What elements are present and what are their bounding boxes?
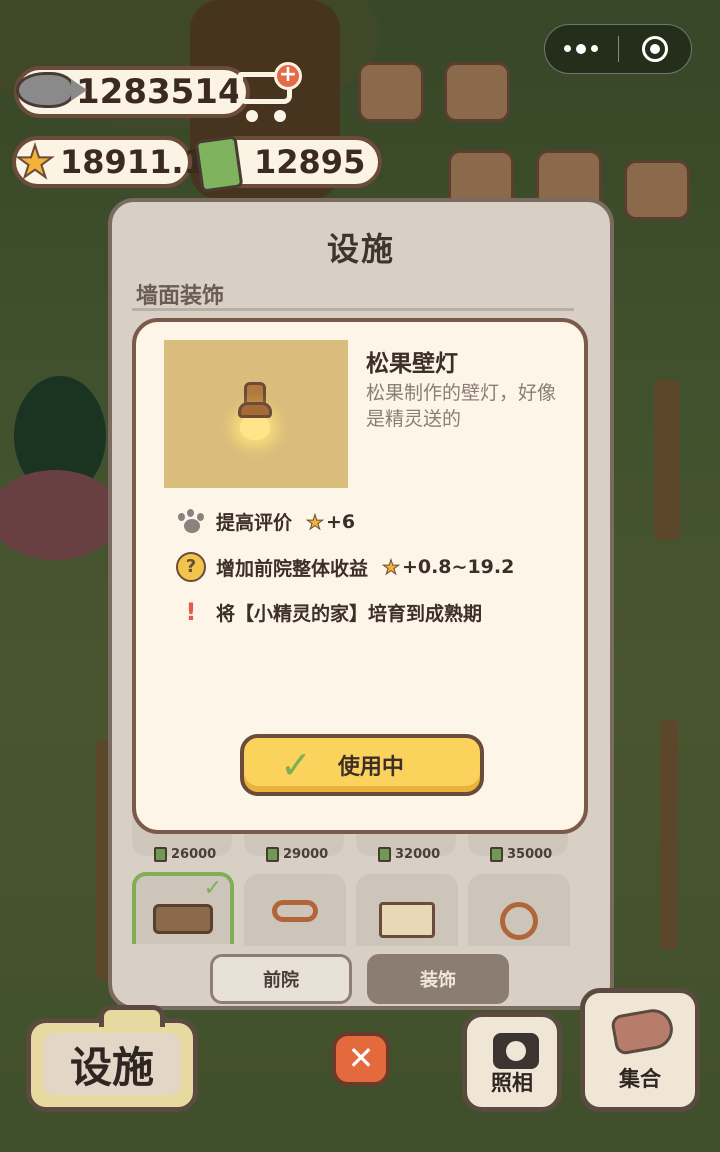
cash-icon	[378, 846, 391, 862]
facility-label: 设施	[43, 1033, 181, 1095]
grid-item-key[interactable]	[244, 874, 346, 946]
price-value: 35000	[507, 846, 553, 862]
cash-icon	[490, 846, 503, 862]
gather-label: 集合	[619, 1067, 661, 1091]
map-icon	[379, 902, 435, 938]
photo-button[interactable]: 照相	[462, 1012, 562, 1112]
owned-check-icon: ✓	[203, 876, 222, 901]
fish-icon	[16, 72, 87, 108]
planter-icon	[153, 904, 213, 934]
close-miniprogram-icon[interactable]	[619, 36, 692, 62]
item-preview	[164, 340, 348, 488]
more-menu-icon[interactable]	[545, 43, 618, 54]
grid-item-map[interactable]	[356, 874, 458, 946]
effect-label: 将【小精灵的家】培育到成熟期	[216, 602, 483, 625]
ranking-button[interactable]	[624, 160, 690, 220]
item-price: 35000	[490, 842, 552, 866]
cart-plus-icon[interactable]: +	[234, 62, 304, 126]
effect-value: +0.8~19.2	[401, 556, 515, 578]
whistle-icon	[609, 1006, 677, 1056]
star-icon: ★	[14, 137, 55, 188]
divider	[132, 308, 574, 311]
grid-item-planter[interactable]: ✓	[132, 872, 234, 944]
tab-label: 装饰	[420, 970, 456, 991]
item-price: 32000	[378, 842, 440, 866]
key-icon	[272, 900, 318, 922]
clipboard-clip	[99, 1005, 165, 1027]
star-count: 18911.1	[60, 143, 206, 181]
photo-label: 照相	[491, 1071, 533, 1095]
tab-decoration[interactable]: 装饰	[367, 954, 509, 1004]
exclamation-icon: !	[185, 598, 197, 626]
cash-icon	[266, 846, 279, 862]
item-detail-popup: 松果壁灯 松果制作的壁灯，好像是精灵送的 提高评价 ★ +6 ? 增加前院整体收…	[132, 318, 588, 834]
miniprogram-capsule	[544, 24, 692, 74]
effect-requirement: ! 将【小精灵的家】培育到成熟期	[176, 598, 483, 626]
camera-icon	[493, 1033, 539, 1069]
price-value: 26000	[171, 846, 217, 862]
paw-icon	[176, 508, 206, 535]
cash-icon	[154, 846, 167, 862]
tab-label: 前院	[263, 970, 299, 991]
effect-label: 增加前院整体收益	[216, 557, 369, 580]
effect-value: +6	[325, 510, 356, 533]
panel-title: 设施	[326, 230, 395, 268]
tab-front-yard[interactable]: 前院	[210, 954, 352, 1004]
effect-income: ? 增加前院整体收益 ★ +0.8~19.2	[176, 552, 514, 582]
effect-rating: 提高评价 ★ +6	[176, 508, 355, 535]
panel-subtitle: 墙面装饰	[136, 284, 225, 309]
check-icon: ✓	[280, 743, 312, 787]
fish-count: 1283514	[76, 72, 242, 112]
question-icon[interactable]: ?	[176, 552, 206, 582]
item-name: 松果壁灯	[366, 351, 458, 377]
item-description: 松果制作的壁灯，好像是精灵送的	[366, 382, 557, 430]
star-icon: ★	[306, 509, 325, 534]
cash-count: 12895	[254, 143, 366, 181]
lamp-cap	[238, 402, 272, 418]
paw-book-button[interactable]	[444, 62, 510, 122]
newspaper-button[interactable]	[358, 62, 424, 122]
star-icon: ★	[382, 555, 401, 580]
price-value: 32000	[395, 846, 441, 862]
in-use-button[interactable]: ✓ 使用中	[240, 734, 484, 796]
in-use-label: 使用中	[337, 755, 404, 780]
item-price: 26000	[154, 842, 216, 866]
close-button[interactable]: ✕	[332, 1032, 390, 1086]
facility-button[interactable]: 设施	[26, 1005, 198, 1112]
effect-label: 提高评价	[216, 512, 293, 534]
clock-icon	[500, 902, 538, 940]
gather-button[interactable]: 集合	[580, 988, 700, 1112]
item-price: 29000	[266, 842, 328, 866]
grid-item-clock[interactable]	[468, 874, 570, 946]
cash-icon	[194, 135, 244, 193]
price-value: 29000	[283, 846, 329, 862]
